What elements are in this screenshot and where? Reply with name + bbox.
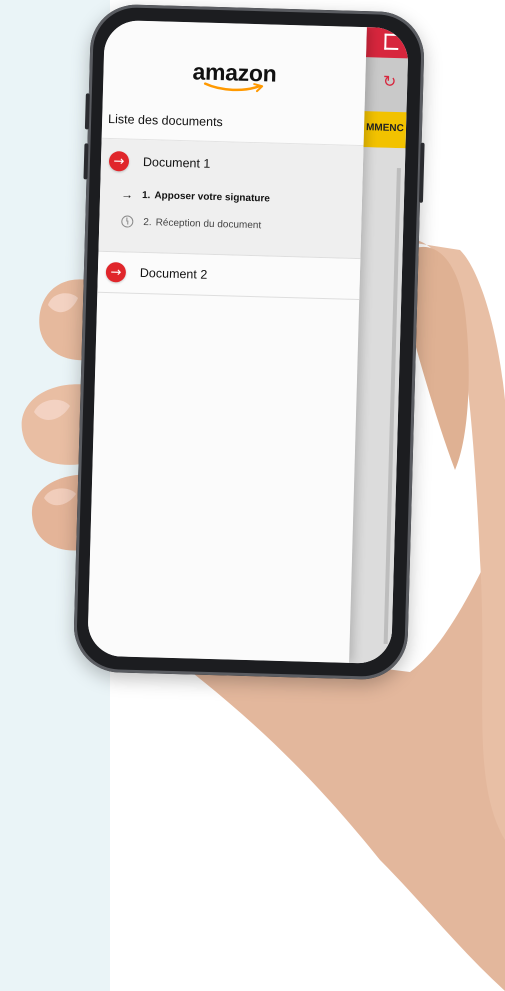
clock-icon: [121, 215, 134, 228]
amazon-logo: amazon: [103, 56, 366, 96]
step-label: Réception du document: [155, 216, 262, 231]
phone-screen: ↻ MMENC amazon Liste des documents → Doc…: [87, 19, 409, 665]
background-app-topbar: [365, 27, 409, 59]
arrow-right-circle-icon: →: [105, 261, 127, 283]
step-item-2[interactable]: 2. Réception du document: [119, 215, 261, 231]
document-label: Document 1: [142, 154, 211, 171]
arrow-right-circle-icon: →: [108, 151, 130, 172]
step-label: Apposer votre signature: [154, 189, 271, 205]
logo-text: amazon: [192, 58, 277, 87]
document-item-1[interactable]: → Document 1 → 1. Apposer votre signatur…: [98, 138, 364, 260]
sync-icon[interactable]: ↻: [383, 72, 397, 91]
background-app-banner-text: MMENC: [365, 122, 404, 135]
document-label: Document 2: [139, 265, 208, 282]
phone-volume-button: [84, 93, 90, 130]
document-item-2[interactable]: → Document 2: [97, 251, 361, 301]
phone-power-button: [418, 142, 425, 203]
phone-volume-button: [83, 143, 89, 180]
phone-device: ↻ MMENC amazon Liste des documents → Doc…: [72, 3, 426, 681]
documents-drawer: amazon Liste des documents → Document 1 …: [87, 19, 367, 663]
arrow-right-icon: →: [120, 187, 134, 202]
documents-list-title: Liste des documents: [107, 111, 223, 130]
step-item-1[interactable]: → 1. Apposer votre signature: [120, 187, 270, 205]
background-app-banner: MMENC: [363, 111, 407, 149]
step-number: 2.: [143, 216, 152, 228]
step-number: 1.: [141, 189, 151, 201]
exit-icon[interactable]: [384, 33, 399, 51]
